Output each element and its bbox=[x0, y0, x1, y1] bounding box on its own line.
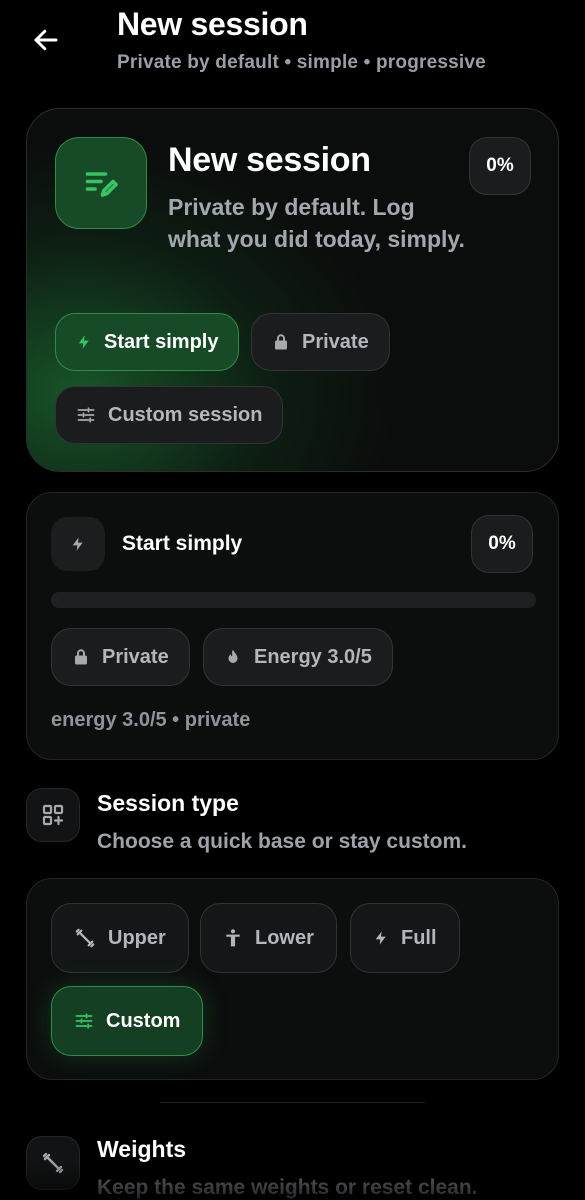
bolt-icon bbox=[375, 931, 386, 945]
progress-bar bbox=[51, 592, 536, 608]
lock-icon bbox=[75, 649, 87, 665]
status-progress-badge: 0% bbox=[471, 515, 533, 573]
lock-icon bbox=[275, 334, 287, 350]
option-label: Custom bbox=[106, 1009, 181, 1032]
private-status-chip[interactable]: Private bbox=[51, 628, 190, 686]
hero-progress-badge: 0% bbox=[469, 137, 531, 195]
weights-title: Weights bbox=[97, 1136, 187, 1162]
hero-title: New session bbox=[168, 141, 371, 179]
custom-session-chip[interactable]: Custom session bbox=[55, 386, 284, 444]
hero-icon-tile bbox=[55, 137, 147, 229]
session-type-icon-tile bbox=[26, 788, 80, 842]
edit-list-icon bbox=[85, 172, 118, 197]
new-session-screen: New session Private by default • simple … bbox=[0, 0, 585, 1200]
session-type-card: Upper Lower Full Custom bbox=[26, 878, 559, 1080]
option-label: Upper bbox=[108, 926, 166, 949]
energy-chip[interactable]: Energy 3.0/5 bbox=[203, 628, 393, 686]
type-full-option[interactable]: Full bbox=[350, 903, 460, 973]
type-lower-option[interactable]: Lower bbox=[200, 903, 337, 973]
back-button[interactable] bbox=[26, 20, 66, 60]
grid-plus-icon bbox=[42, 804, 64, 826]
app-header: New session Private by default • simple … bbox=[0, 0, 585, 90]
session-type-title: Session type bbox=[97, 790, 239, 816]
section-divider bbox=[160, 1102, 425, 1103]
hero-description: Private by default. Log what you did tod… bbox=[168, 194, 465, 252]
weights-subtitle: Keep the same weights or reset clean. bbox=[97, 1176, 478, 1199]
chip-label: Private bbox=[302, 330, 369, 353]
option-label: Lower bbox=[255, 926, 314, 949]
dumbbell-icon bbox=[42, 1152, 64, 1174]
option-label: Full bbox=[401, 926, 437, 949]
status-title: Start simply bbox=[122, 532, 243, 555]
private-chip[interactable]: Private bbox=[251, 313, 390, 371]
sliders-icon bbox=[77, 407, 95, 423]
sliders-icon bbox=[75, 1013, 93, 1029]
status-icon-tile bbox=[51, 517, 105, 571]
type-upper-option[interactable]: Upper bbox=[51, 903, 189, 973]
status-footer: energy 3.0/5 • private bbox=[51, 709, 251, 731]
bolt-icon bbox=[72, 537, 83, 551]
status-card: Start simply 0% Private Energy 3.0/5 ene… bbox=[26, 492, 559, 760]
chip-label: Energy 3.0/5 bbox=[254, 645, 372, 668]
type-custom-option[interactable]: Custom bbox=[51, 986, 204, 1056]
hero-card: New session Private by default. Log what… bbox=[26, 108, 559, 472]
chip-label: Start simply bbox=[104, 330, 219, 353]
arrow-left-icon bbox=[34, 29, 58, 51]
page-subtitle: Private by default • simple • progressiv… bbox=[117, 52, 486, 73]
weights-icon-tile bbox=[26, 1136, 80, 1190]
bolt-icon bbox=[78, 335, 89, 349]
chip-label: Custom session bbox=[108, 403, 263, 426]
dumbbell-icon bbox=[75, 928, 95, 948]
start-simply-chip[interactable]: Start simply bbox=[55, 313, 240, 371]
chip-label: Private bbox=[102, 645, 169, 668]
session-type-subtitle: Choose a quick base or stay custom. bbox=[97, 830, 467, 853]
page-title: New session bbox=[117, 6, 308, 42]
flame-icon bbox=[228, 649, 238, 663]
person-icon bbox=[226, 929, 240, 947]
